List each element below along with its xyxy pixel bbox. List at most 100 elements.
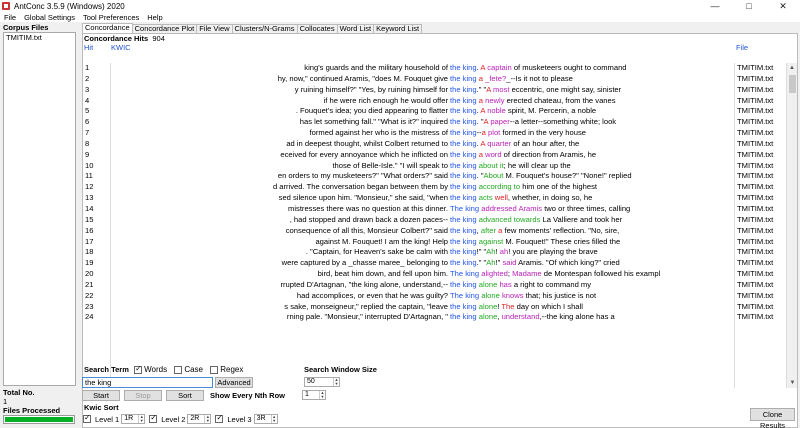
column-header-file[interactable]: File: [736, 43, 748, 52]
spinner-arrows-icon[interactable]: ▲ ▼: [204, 415, 210, 423]
kwic-line[interactable]: were captured by a _chasse maree_ belong…: [111, 258, 734, 269]
kwic-column[interactable]: king's guards and the military household…: [111, 63, 735, 388]
nth-row-input[interactable]: 1 ▲ ▼: [302, 390, 326, 400]
search-hit-keyword[interactable]: the king: [450, 117, 477, 126]
clone-results-button[interactable]: Clone Results: [750, 408, 795, 428]
context-word: addressed: [481, 203, 517, 213]
kwic-line[interactable]: d arrived. The conversation began betwee…: [111, 182, 734, 193]
search-hit-keyword[interactable]: the king: [450, 85, 477, 94]
menu-help[interactable]: Help: [143, 13, 166, 22]
start-button[interactable]: Start: [82, 390, 120, 401]
maximize-button[interactable]: □: [732, 0, 766, 12]
kwic-line[interactable]: formed against her who is the mistress o…: [111, 128, 734, 139]
search-hit-keyword[interactable]: the king: [450, 193, 477, 202]
search-hit-keyword[interactable]: the king: [450, 312, 477, 321]
case-checkbox[interactable]: [174, 365, 183, 374]
search-hit-keyword[interactable]: the king: [450, 106, 477, 115]
kwic-line[interactable]: king's guards and the military household…: [111, 63, 734, 74]
concordance-results[interactable]: 1 2 3 4 5 6 7 8 9 10 11 12 13 14 15 16 17 18 19 20 21 22 23 24 …: [83, 63, 786, 388]
menu-tool-preferences[interactable]: Tool Preferences: [79, 13, 143, 22]
spinner-arrows-icon[interactable]: ▲ ▼: [138, 415, 144, 423]
search-hit-keyword[interactable]: the king: [450, 302, 477, 311]
search-hit-keyword[interactable]: the king: [450, 258, 477, 267]
search-hit-keyword[interactable]: the king: [450, 171, 477, 180]
kwic-line[interactable]: sed silence upon him. "Monsieur," she sa…: [111, 193, 734, 204]
sort-button[interactable]: Sort: [166, 390, 204, 401]
menu-global-settings[interactable]: Global Settings: [20, 13, 79, 22]
kwic-line[interactable]: . Fouquet's idea; you died appearing to …: [111, 106, 734, 117]
kwic-line[interactable]: s sake, monseigneur," replied the captai…: [111, 302, 734, 313]
advanced-button[interactable]: Advanced: [215, 377, 253, 388]
kwic-line[interactable]: en orders to my musketeers?" "What order…: [111, 171, 734, 182]
search-hit-keyword[interactable]: The king: [450, 291, 479, 300]
kwic-line[interactable]: has let something fall." "What is it?" i…: [111, 117, 734, 128]
file-name-cell: TMITIM.txt: [737, 63, 774, 72]
search-hit-keyword[interactable]: the king: [450, 226, 477, 235]
corpus-file-item[interactable]: TMITIM.txt: [4, 33, 75, 42]
search-hit-keyword[interactable]: the king: [450, 237, 477, 246]
tab-concordance[interactable]: Concordance: [82, 23, 133, 33]
level3-checkbox[interactable]: [215, 413, 224, 423]
kwic-line[interactable]: , had stopped and drawn back a dozen pac…: [111, 215, 734, 226]
search-hit-keyword[interactable]: the king: [450, 150, 477, 159]
kwic-left-context: y ruining himself?" "Yes, by ruining him…: [294, 84, 448, 94]
search-hit-keyword[interactable]: the king: [450, 247, 477, 256]
tab-word-list[interactable]: Word List: [336, 24, 375, 33]
search-hit-keyword[interactable]: the king: [450, 128, 477, 137]
search-hit-keyword[interactable]: the king: [450, 161, 477, 170]
context-word: ." ": [476, 258, 487, 268]
kwic-line[interactable]: if he were rich enough he would offer the…: [111, 96, 734, 107]
scroll-thumb[interactable]: [789, 75, 796, 93]
search-hit-keyword[interactable]: the king: [450, 96, 477, 105]
column-header-hit[interactable]: Hit: [84, 43, 93, 52]
kwic-line[interactable]: y ruining himself?" "Yes, by ruining him…: [111, 85, 734, 96]
kwic-line[interactable]: rrupted D'Artagnan, "the king alone, und…: [111, 280, 734, 291]
search-hit-keyword[interactable]: The king: [450, 204, 479, 213]
case-label: Case: [184, 365, 204, 374]
kwic-line[interactable]: had accomplices, or even that he was gui…: [111, 291, 734, 302]
minimize-button[interactable]: —: [698, 0, 732, 12]
level1-checkbox[interactable]: [83, 413, 91, 423]
kwic-line[interactable]: bird, beat him down, and fell upon him. T…: [111, 269, 734, 280]
search-window-size-input[interactable]: 50 ▲ ▼: [304, 377, 340, 387]
kwic-line[interactable]: against M. Fouquet! I am the king! Help t…: [111, 237, 734, 248]
level2-checkbox[interactable]: [149, 413, 158, 423]
menu-file[interactable]: File: [0, 13, 20, 22]
kwic-line[interactable]: eceived for every annoyance which he inf…: [111, 150, 734, 161]
search-hit-keyword[interactable]: the king: [450, 74, 477, 83]
corpus-file-list[interactable]: TMITIM.txt: [3, 32, 76, 386]
search-hit-keyword[interactable]: the king: [450, 182, 477, 191]
search-hit-keyword[interactable]: the king: [450, 280, 477, 289]
search-hit-keyword[interactable]: the king: [450, 139, 477, 148]
vertical-scrollbar[interactable]: ▲ ▼: [786, 63, 797, 388]
close-button[interactable]: ✕: [766, 0, 800, 12]
scroll-up-arrow-icon[interactable]: ▲: [787, 63, 797, 73]
level2-input[interactable]: 2R ▲ ▼: [187, 414, 212, 424]
kwic-line[interactable]: rning pale. "Monsieur," interrupted D'Ar…: [111, 312, 734, 323]
spinner-arrows-icon[interactable]: ▲ ▼: [270, 415, 277, 423]
kwic-right-context: the king--a plot formed in the very hous…: [450, 128, 586, 139]
level3-input[interactable]: 3R ▲ ▼: [253, 414, 278, 424]
search-hit-keyword[interactable]: The king: [450, 269, 479, 278]
tab-keyword-list[interactable]: Keyword List: [373, 24, 423, 33]
kwic-line[interactable]: those of Belle-Isle." "I will speak to th…: [111, 161, 734, 172]
kwic-line[interactable]: consequence of all this, Monsieur Colber…: [111, 226, 734, 237]
column-header-kwic[interactable]: KWIC: [111, 43, 131, 52]
kwic-line[interactable]: ad in deepest thought, whilst Colbert re…: [111, 139, 734, 150]
spinner-arrows-icon[interactable]: ▲ ▼: [319, 391, 325, 399]
search-term-input[interactable]: the king: [82, 377, 213, 388]
kwic-line[interactable]: hy, now," continued Aramis, "does M. Fou…: [111, 74, 734, 85]
search-hit-keyword[interactable]: the king: [450, 63, 477, 72]
tab-concordance-plot[interactable]: Concordance Plot: [131, 24, 198, 33]
search-hit-keyword[interactable]: the king: [450, 215, 477, 224]
kwic-line[interactable]: . "Captain, for Heaven's sake be calm wi…: [111, 247, 734, 258]
kwic-line[interactable]: mistresses there was no question at this…: [111, 204, 734, 215]
tab-collocates[interactable]: Collocates: [296, 24, 338, 33]
regex-checkbox[interactable]: [210, 365, 219, 374]
tab-file-view[interactable]: File View: [196, 24, 233, 33]
spinner-arrows-icon[interactable]: ▲ ▼: [333, 378, 339, 386]
tab-clusters-ngrams[interactable]: Clusters/N-Grams: [231, 24, 298, 33]
level1-input[interactable]: 1R ▲ ▼: [121, 414, 146, 424]
stop-button[interactable]: Stop: [124, 390, 162, 401]
words-checkbox[interactable]: [134, 364, 143, 374]
